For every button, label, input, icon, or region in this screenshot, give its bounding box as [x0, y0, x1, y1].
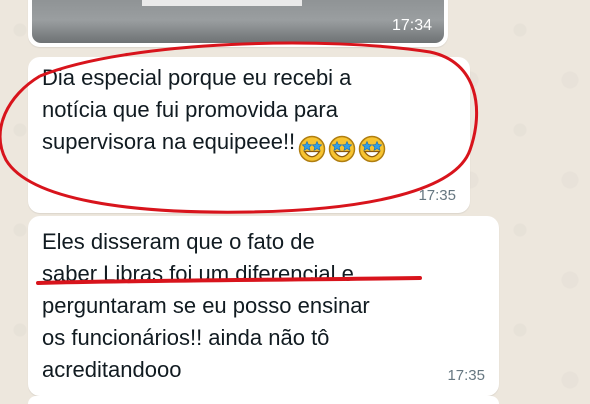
message-time-2: 17:35: [447, 367, 485, 384]
next-message-bubble-edge: [28, 396, 499, 404]
thumbnail-paper-shape: [142, 0, 302, 6]
message-text-2: Eles disseram que o fato de saber Libras…: [42, 229, 370, 382]
media-message-time: 17:34: [391, 17, 432, 34]
photo-thumbnail[interactable]: 17:34: [32, 0, 444, 43]
message-bubble-2[interactable]: Eles disseram que o fato de saber Libras…: [28, 216, 499, 396]
star-struck-emoji: [298, 135, 326, 163]
star-struck-emoji: [328, 135, 356, 163]
emoji-group: [298, 132, 388, 164]
message-text-1: Dia especial porque eu recebi a notícia …: [42, 62, 388, 164]
message-time-1: 17:35: [418, 187, 456, 204]
media-message-bubble[interactable]: 17:34: [28, 0, 448, 47]
chat-background: 17:34 Dia especial porque eu recebi a no…: [0, 0, 590, 404]
star-struck-emoji: [358, 135, 386, 163]
message-bubble-1[interactable]: Dia especial porque eu recebi a notícia …: [28, 57, 470, 213]
